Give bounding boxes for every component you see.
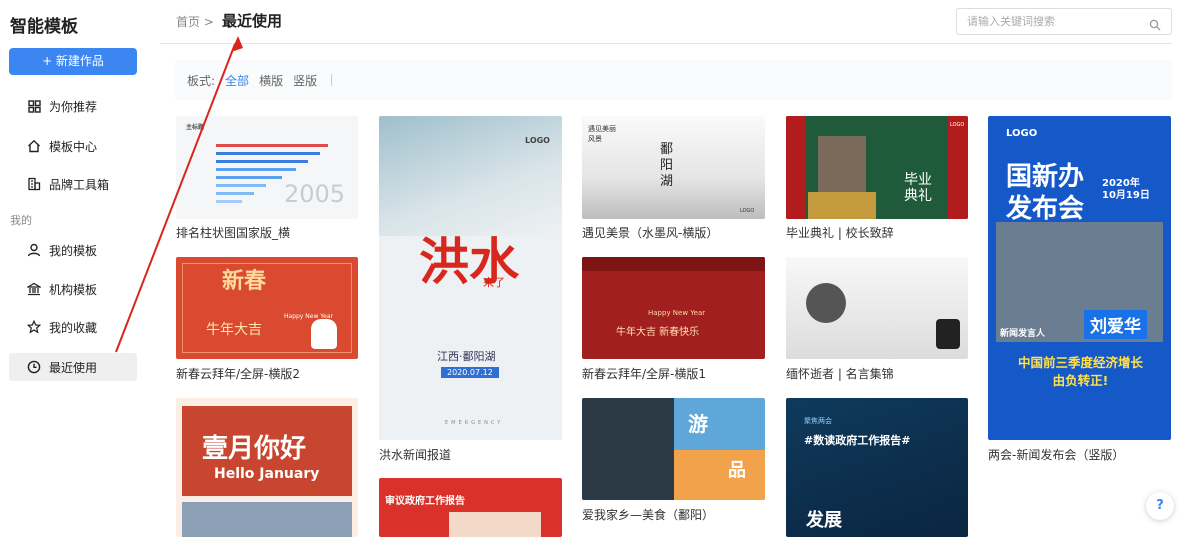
annotation-arrow (115, 36, 243, 353)
